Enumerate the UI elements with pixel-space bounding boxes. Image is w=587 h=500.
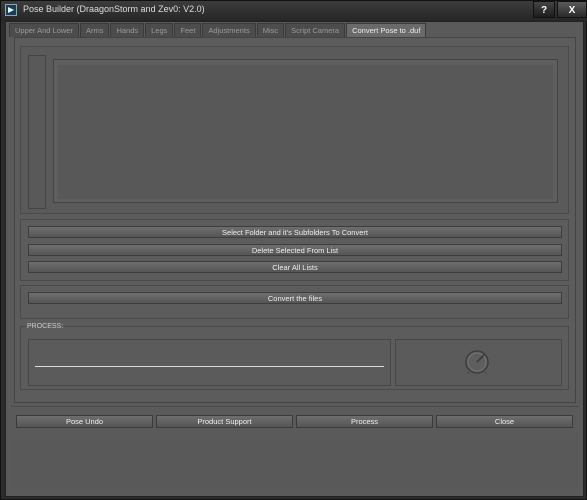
tab-adjustments[interactable]: Adjustments: [202, 23, 256, 37]
progress-box: [28, 339, 391, 386]
tab-arms[interactable]: Arms: [79, 23, 110, 37]
gauge-dial-icon: [465, 350, 489, 375]
process-button[interactable]: Process: [296, 415, 433, 428]
close-button[interactable]: Close: [436, 415, 573, 428]
process-label: PROCESS:: [26, 323, 65, 330]
file-list-content[interactable]: [58, 65, 553, 199]
title-bar[interactable]: Pose Builder (DraagonStorm and Zev0: V2.…: [1, 1, 587, 21]
app-logo-icon: [5, 4, 17, 16]
tab-feet[interactable]: Feet: [174, 23, 202, 37]
help-button[interactable]: ?: [533, 1, 555, 18]
folder-list[interactable]: [28, 55, 46, 209]
pose-builder-window: Pose Builder (DraagonStorm and Zev0: V2.…: [0, 0, 587, 500]
select-folder-button[interactable]: Select Folder and it's Subfolders To Con…: [28, 226, 562, 238]
clear-all-lists-button[interactable]: Clear All Lists: [28, 261, 562, 273]
tab-script-camera[interactable]: Script Camera: [285, 23, 346, 37]
tab-misc[interactable]: Misc: [256, 23, 285, 37]
tab-legs[interactable]: Legs: [145, 23, 174, 37]
footer-area: [10, 433, 579, 489]
tab-hands[interactable]: Hands: [110, 23, 145, 37]
tab-convert-pose-to-duf[interactable]: Convert Pose to .duf: [346, 23, 427, 38]
tab-bar: Upper And Lower Arms Hands Legs Feet Adj…: [9, 23, 427, 38]
delete-selected-button[interactable]: Delete Selected From List: [28, 244, 562, 256]
window-title: Pose Builder (DraagonStorm and Zev0: V2.…: [23, 4, 205, 14]
pose-undo-button[interactable]: Pose Undo: [16, 415, 153, 428]
window-close-button[interactable]: X: [557, 1, 587, 18]
product-support-button[interactable]: Product Support: [156, 415, 293, 428]
tab-upper-and-lower[interactable]: Upper And Lower: [9, 23, 79, 37]
progress-bar: [35, 366, 384, 367]
convert-files-button[interactable]: Convert the files: [28, 292, 562, 304]
